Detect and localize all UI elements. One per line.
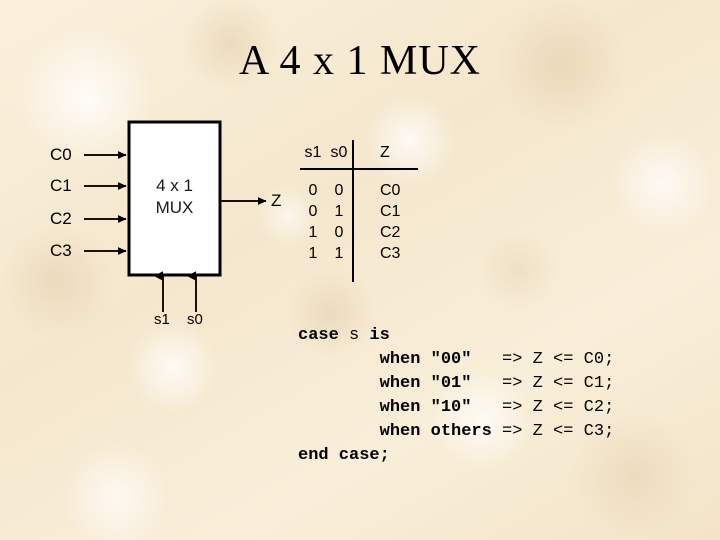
select-label-s1: s1 bbox=[154, 311, 170, 328]
cell-z: C3 bbox=[380, 245, 401, 262]
cell-s1: 1 bbox=[308, 245, 318, 262]
tail-cell-1 bbox=[300, 264, 326, 282]
vhdl-code-block: case s is when "00" => Z <= C0; when "01… bbox=[298, 324, 614, 468]
mux-block-label-line2: MUX bbox=[155, 198, 194, 217]
mux-block-label-line1: 4 x 1 bbox=[156, 176, 193, 195]
gap-cell-2 bbox=[326, 172, 353, 180]
truth-table-header-s1: s1 bbox=[304, 143, 322, 161]
code-when-10: when "10" bbox=[298, 398, 503, 417]
cell-divider bbox=[352, 243, 372, 264]
truth-table-header-s0: s0 bbox=[330, 143, 348, 161]
cell-z: C2 bbox=[380, 224, 401, 241]
tail-cell-div bbox=[352, 264, 372, 282]
input-label-c0: C0 bbox=[50, 145, 72, 164]
code-keyword-is: is bbox=[369, 326, 390, 345]
cell-s0: 1 bbox=[334, 203, 344, 220]
slide-canvas: A 4 x 1 MUX 4 x 1 MUX C0 C1 C2 C3 Z s1 s… bbox=[0, 0, 720, 540]
code-assign-c0: => Z <= C0; bbox=[502, 350, 615, 369]
mux-block-rect bbox=[127, 120, 222, 277]
code-signal-s: s bbox=[338, 326, 370, 345]
cell-s0: 0 bbox=[334, 182, 344, 199]
truth-table-header-z: Z bbox=[380, 143, 390, 161]
cell-s1: 1 bbox=[308, 224, 318, 241]
input-label-c3: C3 bbox=[50, 241, 72, 260]
gap-cell-3 bbox=[372, 172, 418, 180]
cell-s0: 0 bbox=[334, 224, 344, 241]
code-when-00: when "00" bbox=[298, 350, 503, 369]
gap-cell-div bbox=[352, 172, 372, 180]
cell-divider bbox=[352, 180, 372, 201]
tail-cell-3 bbox=[372, 264, 418, 282]
truth-table: s1 s0 Z 0 0 C0 0 1 C1 1 0 C2 1 1 C3 bbox=[300, 140, 418, 282]
code-assign-c3: => Z <= C3; bbox=[502, 422, 615, 441]
table-row: 1 0 C2 bbox=[300, 222, 418, 243]
output-label-z: Z bbox=[271, 191, 282, 210]
cell-z: C1 bbox=[380, 203, 401, 220]
cell-s1: 0 bbox=[308, 182, 318, 199]
table-row: 0 0 C0 bbox=[300, 180, 418, 201]
truth-table-gap bbox=[300, 172, 418, 180]
code-when-others: when others bbox=[298, 422, 503, 441]
cell-divider bbox=[352, 201, 372, 222]
truth-table-header-row: s1 s0 Z bbox=[300, 140, 418, 169]
truth-table-divider-header bbox=[352, 140, 372, 169]
code-end-case: end case; bbox=[298, 446, 390, 465]
input-label-c2: C2 bbox=[50, 209, 72, 228]
code-assign-c1: => Z <= C1; bbox=[502, 374, 615, 393]
cell-s0: 1 bbox=[334, 245, 344, 262]
code-when-01: when "01" bbox=[298, 374, 503, 393]
select-label-s0: s0 bbox=[187, 311, 203, 328]
code-keyword-case: case bbox=[298, 326, 339, 345]
truth-table-tail bbox=[300, 264, 418, 282]
table-row: 1 1 C3 bbox=[300, 243, 418, 264]
tail-cell-2 bbox=[326, 264, 353, 282]
input-label-c1: C1 bbox=[50, 176, 72, 195]
code-assign-c2: => Z <= C2; bbox=[502, 398, 615, 417]
cell-divider bbox=[352, 222, 372, 243]
cell-s1: 0 bbox=[308, 203, 318, 220]
truth-table-grid: s1 s0 Z 0 0 C0 0 1 C1 1 0 C2 1 1 C3 bbox=[300, 140, 418, 282]
cell-z: C0 bbox=[380, 182, 401, 199]
gap-cell-1 bbox=[300, 172, 326, 180]
page-title: A 4 x 1 MUX bbox=[238, 38, 482, 84]
table-row: 0 1 C1 bbox=[300, 201, 418, 222]
